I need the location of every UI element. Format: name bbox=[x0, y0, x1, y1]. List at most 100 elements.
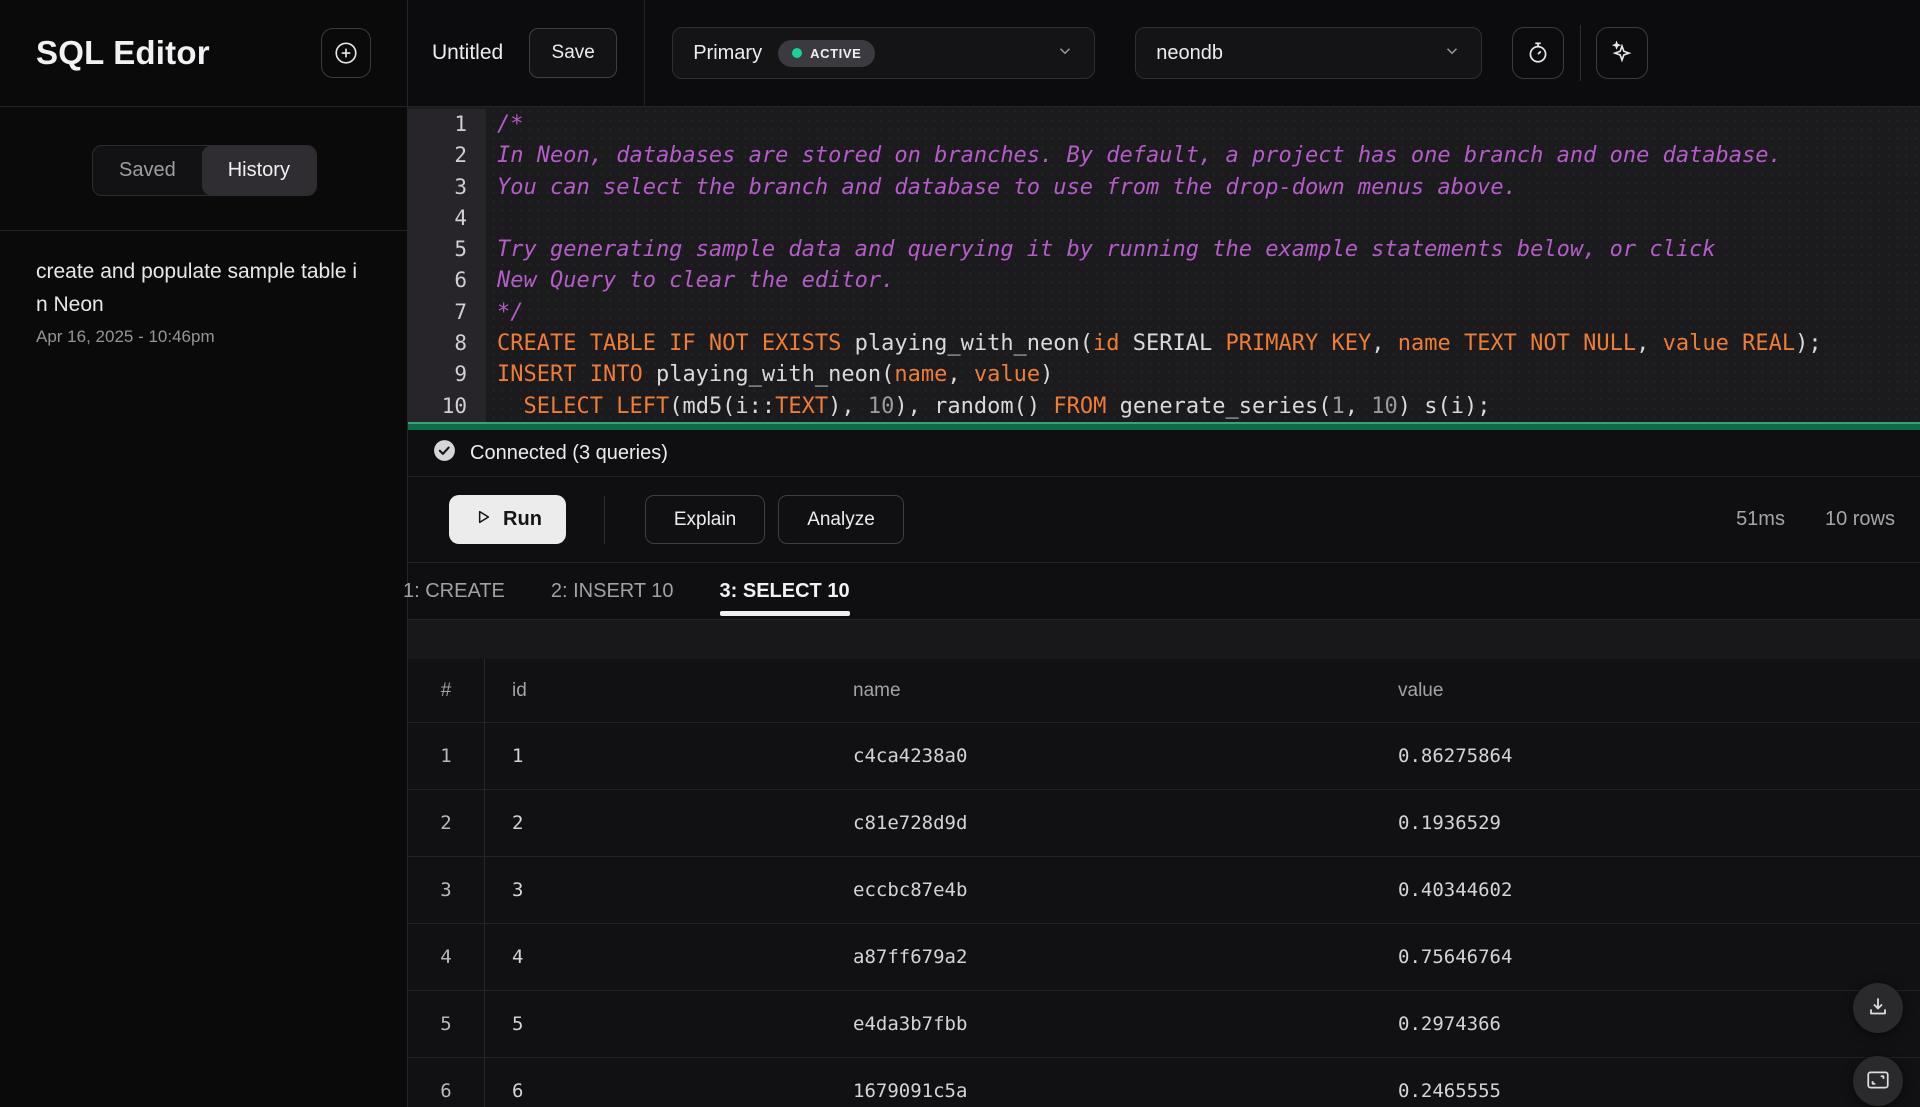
plus-circle-icon bbox=[333, 40, 359, 66]
table-row[interactable]: 1 1 c4ca4238a0 0.86275864 bbox=[408, 722, 1920, 789]
result-tab-label: 1: CREATE bbox=[403, 580, 505, 603]
table-row[interactable]: 2 2 c81e728d9d 0.1936529 bbox=[408, 789, 1920, 856]
database-select[interactable]: neondb bbox=[1135, 27, 1482, 79]
code-token: , bbox=[1345, 394, 1372, 419]
code-text: */ bbox=[486, 297, 524, 328]
code-lines: 1 /* 2 In Neon, databases are stored on … bbox=[408, 107, 1920, 422]
code-token: name bbox=[894, 362, 947, 387]
code-line: 7 */ bbox=[408, 297, 1920, 328]
analyze-button[interactable]: Analyze bbox=[778, 495, 904, 544]
code-token: , bbox=[1636, 331, 1663, 356]
download-icon bbox=[1866, 995, 1890, 1022]
query-history-timer-button[interactable] bbox=[1512, 27, 1564, 79]
code-token: FROM bbox=[1053, 394, 1106, 419]
result-tab[interactable]: 2: INSERT 10 bbox=[551, 563, 674, 619]
code-token: */ bbox=[497, 300, 524, 325]
run-button[interactable]: Run bbox=[449, 495, 566, 544]
line-number: 8 bbox=[408, 328, 486, 359]
line-number: 2 bbox=[408, 140, 486, 171]
table-row[interactable]: 6 6 1679091c5a 0.2465555 bbox=[408, 1057, 1920, 1107]
code-token: name TEXT NOT NULL bbox=[1398, 331, 1636, 356]
id-cell: 6 bbox=[485, 1058, 826, 1107]
code-token: SELECT LEFT bbox=[524, 394, 670, 419]
explain-button[interactable]: Explain bbox=[645, 495, 765, 544]
editor-topbar: Untitled Save Primary ACTIVE neondb bbox=[408, 0, 1920, 107]
connection-status-bar: Connected (3 queries) bbox=[408, 430, 1920, 477]
code-text: INSERT INTO playing_with_neon(name, valu… bbox=[486, 359, 1053, 390]
code-line: 2 In Neon, databases are stored on branc… bbox=[408, 140, 1920, 171]
download-results-button[interactable] bbox=[1853, 983, 1903, 1033]
code-text: New Query to clear the editor. bbox=[486, 265, 894, 296]
result-tabs: 1: CREATE 2: INSERT 10 3: SELECT 10 bbox=[408, 563, 1920, 620]
chevron-down-icon bbox=[1056, 42, 1074, 65]
id-cell: 2 bbox=[485, 790, 826, 856]
sparkles-icon bbox=[1609, 39, 1635, 68]
sidebar-tabs: Saved History bbox=[0, 107, 407, 231]
table-row[interactable]: 4 4 a87ff679a2 0.75646764 bbox=[408, 923, 1920, 990]
run-button-label: Run bbox=[503, 508, 542, 531]
row-index-cell: 6 bbox=[408, 1058, 485, 1107]
result-row-count: 10 rows bbox=[1825, 508, 1895, 531]
code-line: 1 /* bbox=[408, 109, 1920, 140]
main-panel: Untitled Save Primary ACTIVE neondb bbox=[408, 0, 1920, 1107]
value-cell: 0.1936529 bbox=[1371, 790, 1920, 856]
code-token: generate_series( bbox=[1106, 394, 1331, 419]
sidebar-tab[interactable]: History bbox=[202, 146, 316, 195]
sidebar-tab-label: History bbox=[228, 159, 290, 181]
column-header-id: id bbox=[485, 659, 826, 722]
row-index-cell: 1 bbox=[408, 723, 485, 789]
code-token: playing_with_neon( bbox=[643, 362, 895, 387]
result-tab-label: 2: INSERT 10 bbox=[551, 580, 674, 603]
code-token: value REAL bbox=[1663, 331, 1795, 356]
result-tab-label: 3: SELECT 10 bbox=[720, 580, 850, 603]
query-duration: 51ms bbox=[1736, 508, 1785, 531]
code-token: ) bbox=[1040, 362, 1053, 387]
value-cell: 0.75646764 bbox=[1371, 924, 1920, 990]
fullscreen-icon bbox=[1865, 1067, 1891, 1096]
code-line: 8 CREATE TABLE IF NOT EXISTS playing_wit… bbox=[408, 328, 1920, 359]
line-number: 5 bbox=[408, 234, 486, 265]
line-number: 9 bbox=[408, 359, 486, 390]
code-token: /* bbox=[497, 112, 524, 137]
topbar-divider bbox=[644, 0, 645, 107]
database-select-value: neondb bbox=[1156, 42, 1223, 65]
results-toolbar-strip bbox=[408, 620, 1920, 659]
line-number: 6 bbox=[408, 265, 486, 296]
code-token: INSERT INTO bbox=[497, 362, 643, 387]
save-button[interactable]: Save bbox=[529, 28, 617, 78]
table-row[interactable]: 5 5 e4da3b7fbb 0.2974366 bbox=[408, 990, 1920, 1057]
value-cell: 0.2974366 bbox=[1371, 991, 1920, 1057]
code-text: /* bbox=[486, 109, 524, 140]
code-token: 1 bbox=[1332, 394, 1345, 419]
result-tab[interactable]: 1: CREATE bbox=[403, 563, 505, 619]
value-cell: 0.40344602 bbox=[1371, 857, 1920, 923]
history-item[interactable]: create and populate sample table in Neon… bbox=[36, 243, 371, 359]
code-token: , bbox=[947, 362, 974, 387]
code-token: ); bbox=[1795, 331, 1822, 356]
table-row[interactable]: 3 3 eccbc87e4b 0.40344602 bbox=[408, 856, 1920, 923]
code-token: 10 bbox=[868, 394, 895, 419]
code-token: id bbox=[1093, 331, 1120, 356]
branch-select[interactable]: Primary ACTIVE bbox=[672, 27, 1095, 79]
value-cell: 0.2465555 bbox=[1371, 1058, 1920, 1107]
code-token: , bbox=[1371, 331, 1398, 356]
topbar-divider bbox=[1580, 25, 1581, 81]
status-dot-icon bbox=[792, 48, 802, 58]
name-cell: a87ff679a2 bbox=[826, 924, 1371, 990]
code-token: In Neon, databases are stored on branche… bbox=[497, 143, 1782, 168]
id-cell: 5 bbox=[485, 991, 826, 1057]
code-token: value bbox=[974, 362, 1040, 387]
code-token: You can select the branch and database t… bbox=[497, 175, 1517, 200]
sidebar-tab[interactable]: Saved bbox=[93, 146, 202, 195]
result-tab[interactable]: 3: SELECT 10 bbox=[720, 563, 850, 619]
sidebar-tab-label: Saved bbox=[119, 159, 176, 181]
branch-status-badge: ACTIVE bbox=[778, 40, 875, 67]
ai-assist-button[interactable] bbox=[1596, 27, 1648, 79]
expand-results-button[interactable] bbox=[1853, 1056, 1903, 1106]
branch-status-label: ACTIVE bbox=[810, 46, 861, 61]
code-token: New Query to clear the editor. bbox=[497, 268, 894, 293]
code-token: (md5(i:: bbox=[669, 394, 775, 419]
new-query-button[interactable] bbox=[321, 28, 371, 78]
sql-code-editor[interactable]: 1 /* 2 In Neon, databases are stored on … bbox=[408, 107, 1920, 430]
column-header-name: name bbox=[826, 659, 1371, 722]
